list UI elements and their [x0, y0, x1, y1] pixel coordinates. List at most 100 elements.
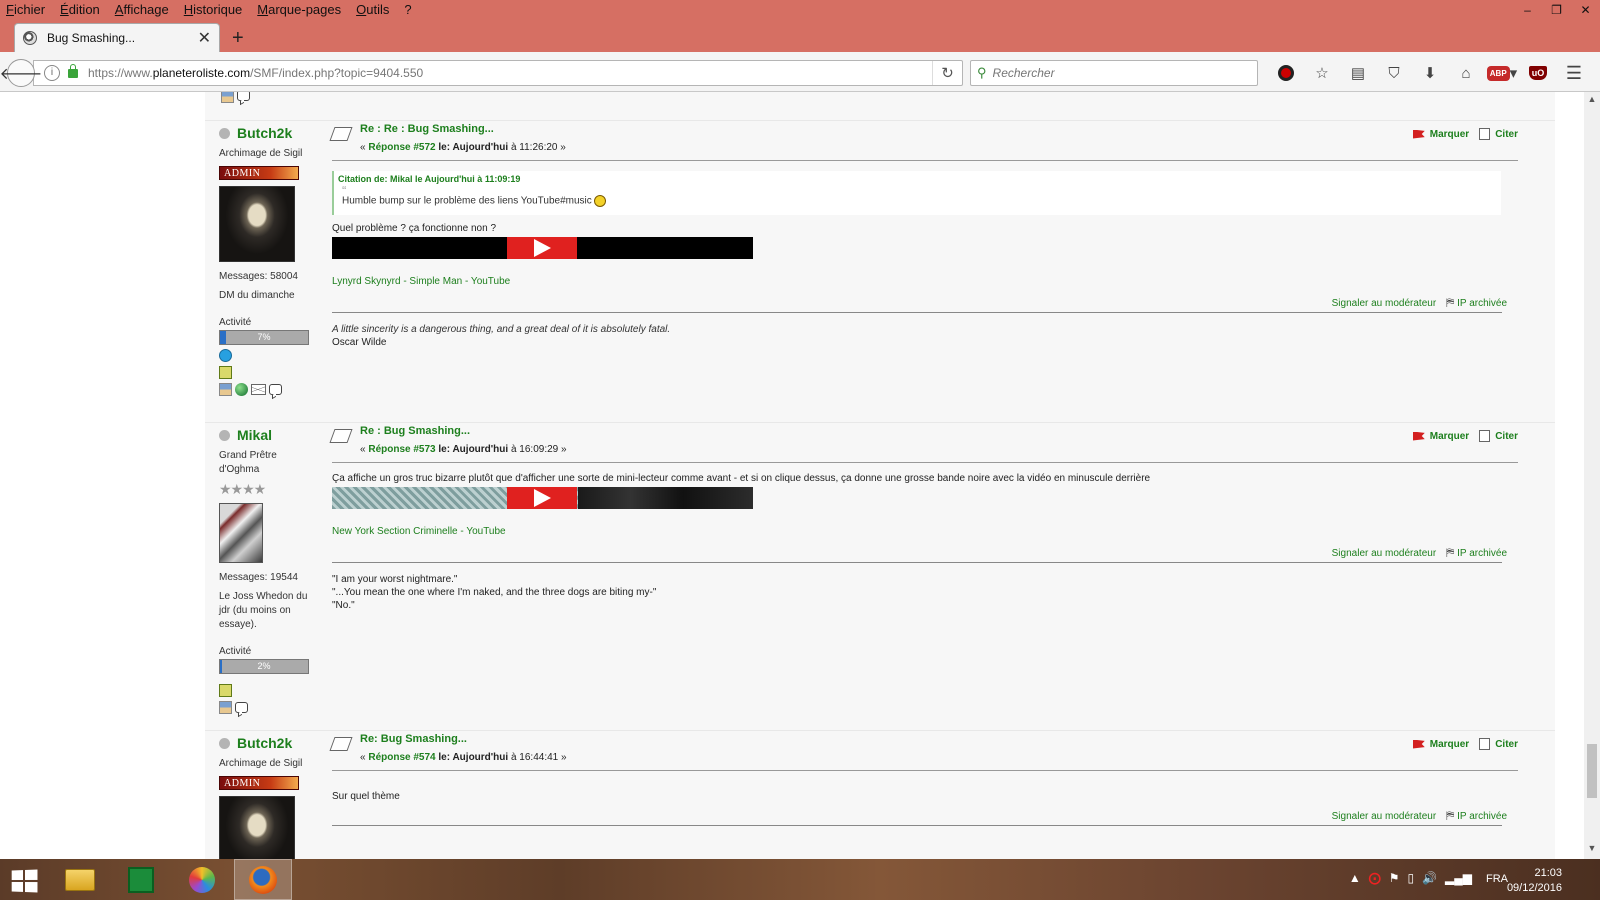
title-bar: Fichier Édition Affichage Historique Mar…	[0, 0, 1600, 52]
star-icon[interactable]: ☆	[1304, 62, 1340, 84]
search-box[interactable]: ⚲	[970, 60, 1258, 86]
tab-bug-smashing[interactable]: Bug Smashing... ✕	[14, 23, 220, 52]
quote-button[interactable]: Citer	[1479, 738, 1518, 750]
reader-icon[interactable]: ▤	[1340, 62, 1376, 84]
menu-historique[interactable]: Historique	[184, 0, 243, 20]
activity-label: Activité	[219, 317, 252, 328]
reply-number-link[interactable]: Réponse #574	[368, 752, 435, 763]
poster-name-link[interactable]: Butch2k	[237, 735, 292, 751]
mark-label: Marquer	[1429, 128, 1470, 140]
close-window-button[interactable]: ✕	[1571, 0, 1600, 20]
website-globe-icon[interactable]	[235, 383, 248, 396]
quote-button[interactable]: Citer	[1479, 430, 1518, 442]
acrobat-icon[interactable]: ⨀	[1369, 871, 1381, 885]
mark-button[interactable]: Marquer	[1412, 128, 1470, 140]
reply-number-link[interactable]: Réponse #573	[368, 444, 435, 455]
post-573: Mikal Grand Prêtre d'Oghma ★★★★ Messages…	[205, 422, 1555, 722]
tab-close-icon[interactable]: ✕	[198, 28, 211, 48]
contact-card-icon[interactable]	[219, 366, 232, 379]
report-link[interactable]: Signaler au modérateur	[1332, 811, 1437, 822]
post-subject[interactable]: Re: Bug Smashing...	[360, 733, 467, 745]
post-time: à 16:44:41 »	[508, 752, 567, 763]
scroll-down-icon[interactable]: ▼	[1584, 843, 1600, 857]
youtube-link[interactable]: Lynyrd Skynyrd - Simple Man - YouTube	[332, 276, 1518, 287]
post-subject[interactable]: Re : Bug Smashing...	[360, 425, 470, 437]
profile-icon[interactable]	[219, 701, 232, 714]
profile-icon[interactable]	[221, 92, 234, 103]
url-prefix: https://www.	[88, 66, 153, 80]
personal-message-icon[interactable]	[237, 92, 250, 101]
battery-icon[interactable]: ▯	[1407, 871, 1414, 885]
youtube-embed[interactable]	[332, 237, 753, 259]
menu-outils[interactable]: Outils	[356, 0, 389, 20]
forum-thread: Butch2k Archimage de Sigil ADMIN Message…	[205, 92, 1555, 859]
post-count: Messages: 58004	[219, 271, 298, 282]
reply-number-link[interactable]: Réponse #572	[368, 142, 435, 153]
mark-button[interactable]: Marquer	[1412, 739, 1469, 750]
poster-name-link[interactable]: Mikal	[237, 427, 272, 443]
avatar[interactable]	[219, 796, 295, 859]
play-icon[interactable]	[507, 487, 577, 509]
skype-icon[interactable]	[219, 349, 232, 362]
post-info: « Réponse #574 le: Aujourd'hui à 16:44:4…	[360, 752, 567, 763]
poster-name-link[interactable]: Butch2k	[237, 125, 292, 141]
language-indicator[interactable]: FRA	[1486, 873, 1508, 885]
download-icon[interactable]: ⬇	[1412, 62, 1448, 84]
home-icon[interactable]: ⌂	[1448, 62, 1484, 84]
scrollbar-thumb[interactable]	[1587, 744, 1597, 798]
action-center-flag-icon[interactable]: ⚑	[1389, 871, 1400, 885]
mark-button[interactable]: Marquer	[1412, 431, 1469, 442]
post-content: Re : Re : Bug Smashing... « Réponse #572…	[329, 121, 1518, 349]
search-input[interactable]	[992, 66, 1243, 80]
avatar[interactable]	[219, 503, 263, 563]
menu-icon[interactable]: ☰	[1556, 62, 1592, 84]
post-content: Re : Bug Smashing... « Réponse #573 le: …	[329, 423, 1518, 612]
avatar[interactable]	[219, 186, 295, 262]
new-tab-button[interactable]: +	[232, 27, 244, 50]
picasa-icon[interactable]	[173, 859, 231, 900]
adblock-icon[interactable]: ABP ▾	[1484, 62, 1520, 84]
page-scrollbar[interactable]: ▲ ▼	[1584, 92, 1600, 859]
firefox-icon[interactable]	[234, 859, 292, 900]
file-explorer-icon[interactable]	[51, 859, 109, 900]
search-engine-icon[interactable]: ⚲	[977, 65, 987, 81]
scroll-up-icon[interactable]: ▲	[1584, 94, 1600, 108]
store-icon[interactable]	[112, 859, 170, 900]
network-signal-icon[interactable]: ▂▄▆	[1445, 871, 1472, 885]
ublock-icon[interactable]: uO	[1520, 62, 1556, 84]
show-hidden-icons-icon[interactable]: ▲	[1349, 871, 1361, 885]
email-icon[interactable]	[251, 384, 266, 395]
menu-edition[interactable]: Édition	[60, 0, 100, 20]
menu-fichier[interactable]: Fichier	[6, 0, 45, 20]
personal-message-icon[interactable]	[269, 384, 282, 395]
report-link[interactable]: Signaler au modérateur	[1332, 548, 1437, 559]
personal-message-icon[interactable]	[235, 702, 248, 713]
menu-affichage[interactable]: Affichage	[115, 0, 169, 20]
quote-header[interactable]: Citation de: Mikal le Aujourd'hui à 11:0…	[332, 171, 1501, 184]
pocket-icon[interactable]: ⛉	[1376, 62, 1412, 84]
volume-icon[interactable]: 🔊	[1422, 871, 1437, 885]
minimize-button[interactable]: –	[1513, 0, 1542, 20]
play-icon[interactable]	[507, 237, 577, 259]
profile-icon[interactable]	[219, 383, 232, 396]
quick-buttons: Marquer Citer	[1412, 430, 1518, 442]
post-subject[interactable]: Re : Re : Bug Smashing...	[360, 123, 494, 135]
menu-help[interactable]: ?	[404, 0, 411, 20]
menu-marque-pages[interactable]: Marque-pages	[257, 0, 341, 20]
windows-start-icon[interactable]	[11, 869, 38, 893]
report-link[interactable]: Signaler au modérateur	[1332, 298, 1437, 309]
post-header: Re : Re : Bug Smashing... « Réponse #572…	[329, 121, 1518, 161]
url-bar[interactable]: i https://www.planeteroliste.com/SMF/ind…	[33, 60, 963, 86]
contact-card-icon[interactable]	[219, 684, 232, 697]
quote-button[interactable]: Citer	[1479, 128, 1518, 140]
offline-status-icon	[219, 127, 230, 139]
back-button[interactable]: 🡐	[0, 59, 42, 87]
reload-icon[interactable]: ↻	[932, 61, 962, 85]
youtube-embed[interactable]	[332, 487, 753, 509]
clock[interactable]: 21:03 09/12/2016	[1507, 866, 1562, 896]
site-info-icon[interactable]: i	[44, 65, 60, 81]
record-icon[interactable]	[1268, 62, 1304, 84]
youtube-link[interactable]: New York Section Criminelle - YouTube	[332, 526, 1518, 537]
restore-button[interactable]: ❐	[1542, 0, 1571, 20]
url-text[interactable]: https://www.planeteroliste.com/SMF/index…	[88, 66, 932, 80]
